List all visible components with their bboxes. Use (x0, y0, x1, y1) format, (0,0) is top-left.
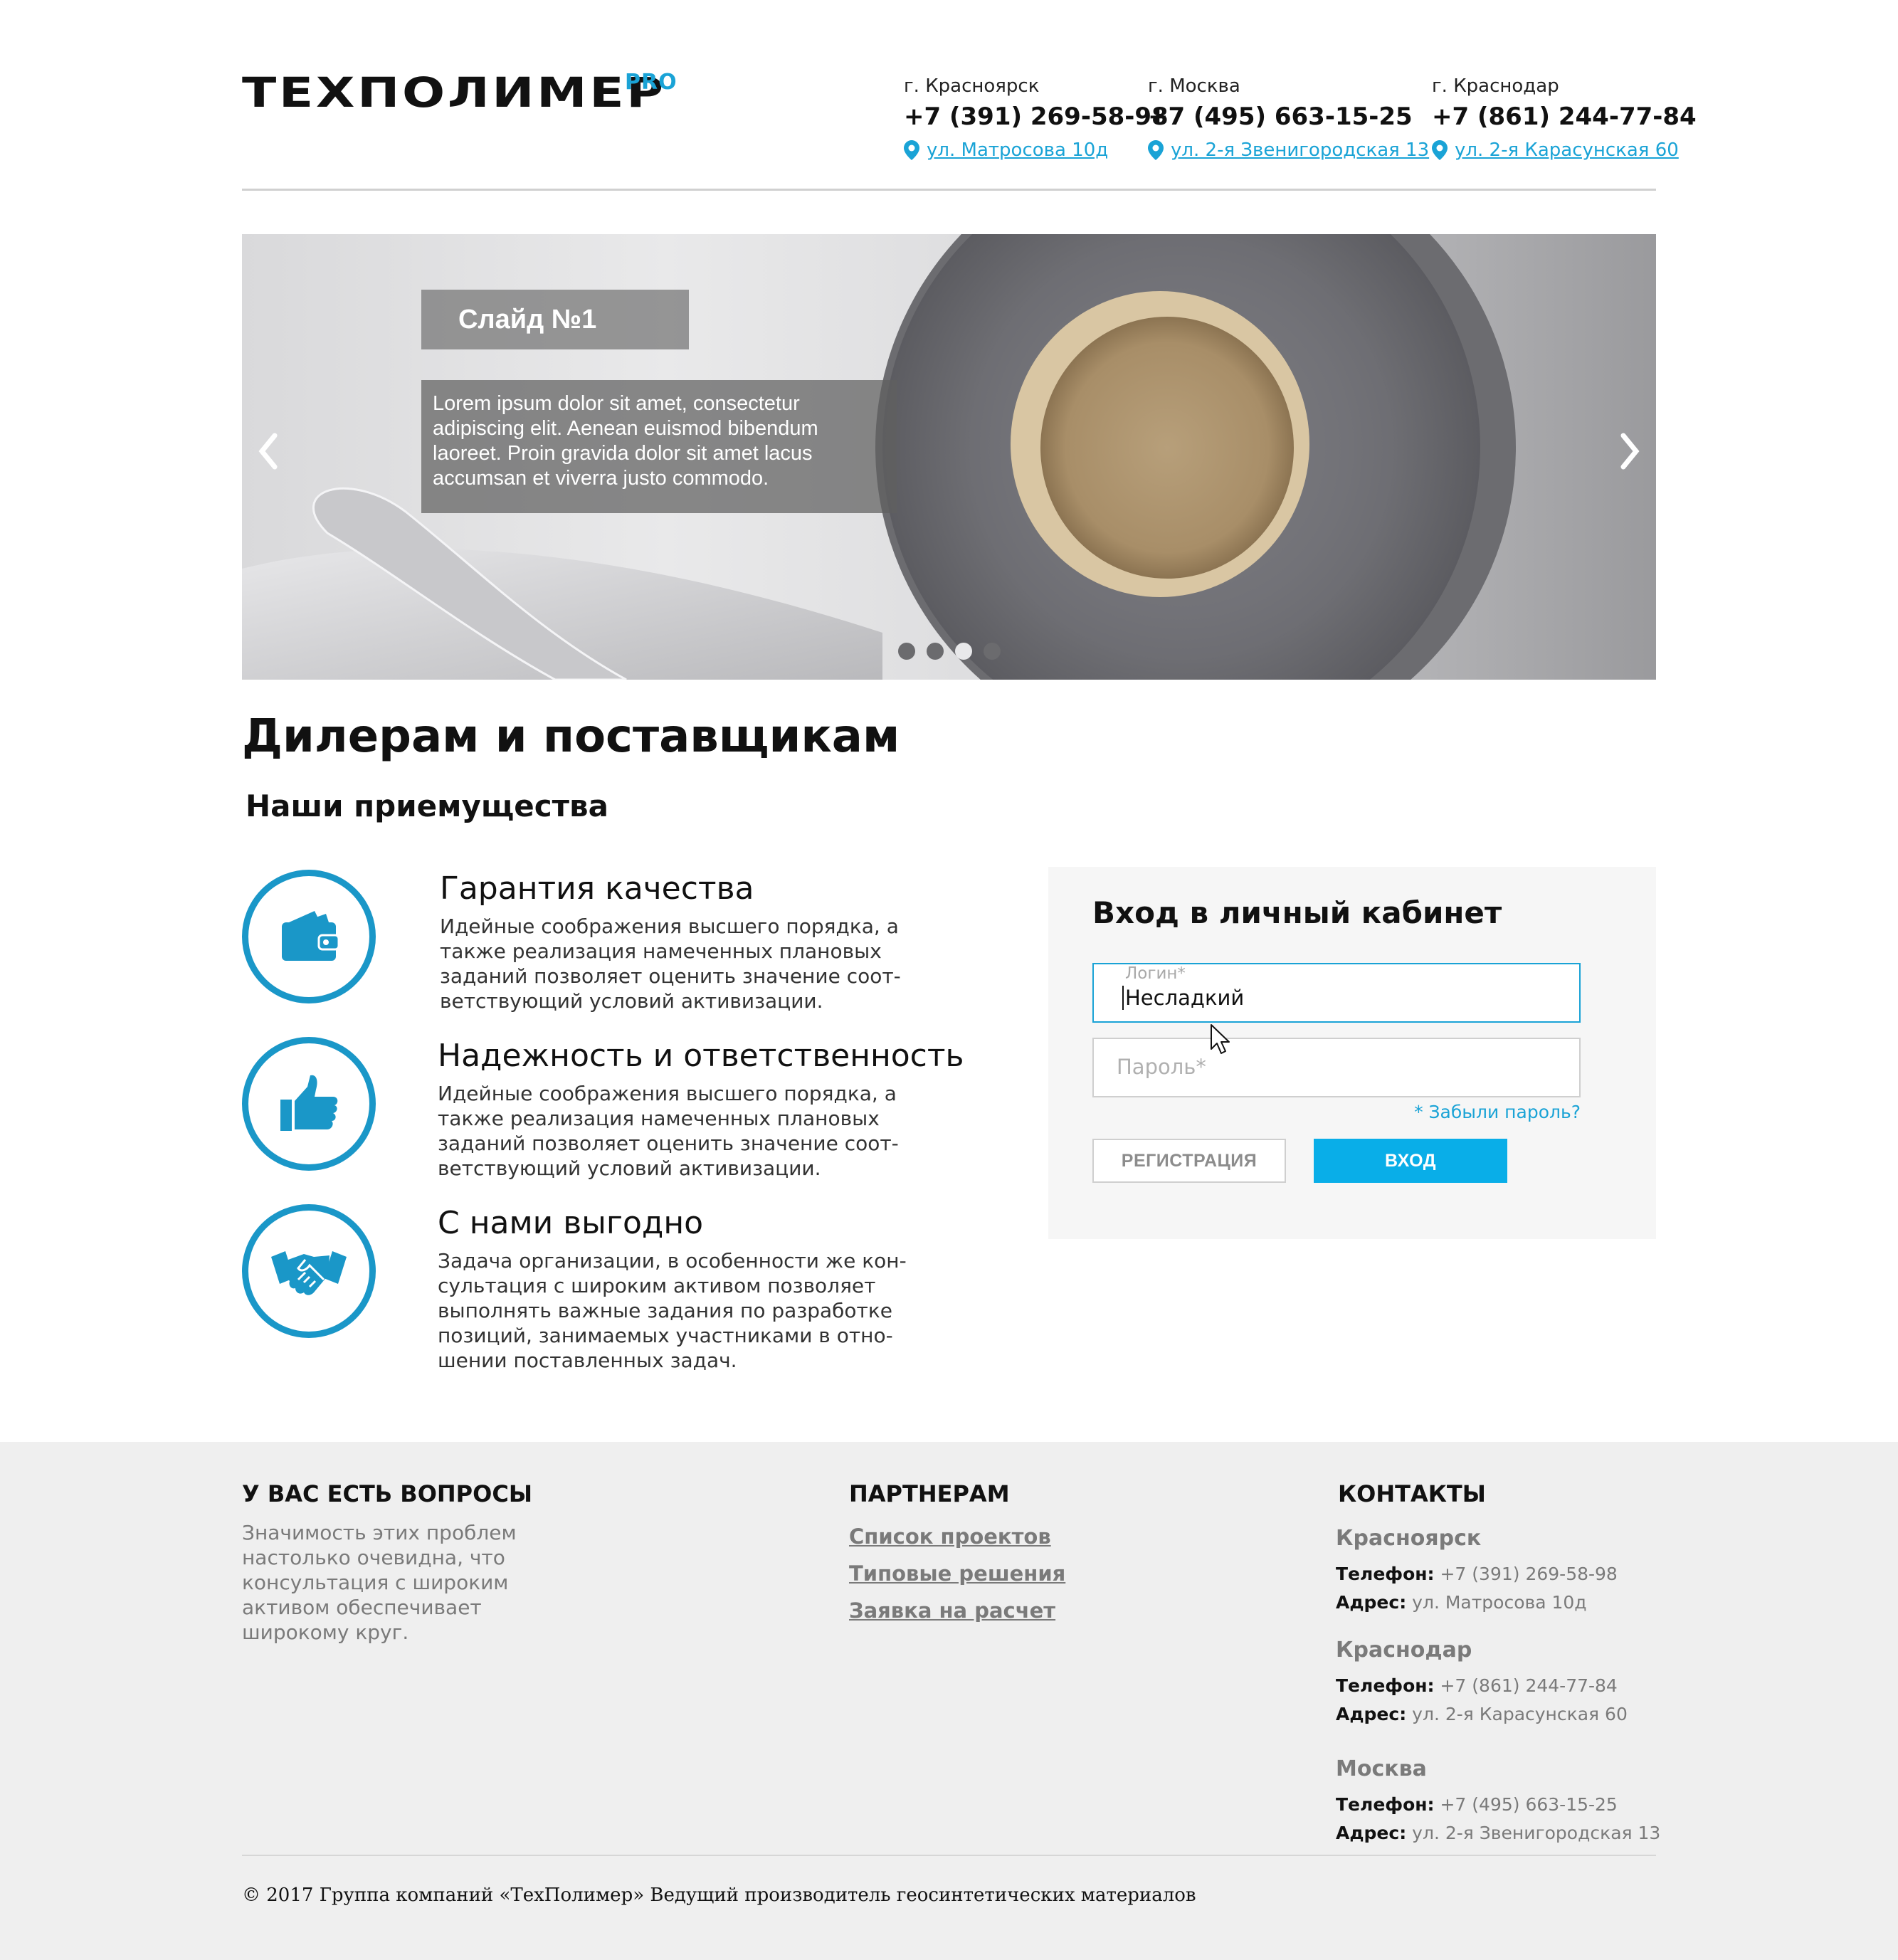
logo-pro-badge: PRO (625, 70, 678, 95)
office-krasnoyarsk: г. Красноярск +7 (391) 269-58-98 ул. Мат… (904, 74, 1169, 161)
page-title: Дилерам и поставщикам (242, 710, 900, 763)
login-field[interactable]: Логин* Несладкий (1092, 963, 1581, 1023)
office-address-link[interactable]: ул. Матросова 10д (927, 139, 1108, 161)
feature-text: Идейные соображения высшего порядка, а т… (438, 1082, 899, 1180)
feature-icon-circle (242, 1204, 376, 1338)
slider-dot[interactable] (927, 643, 944, 660)
login-button[interactable]: ВХОД (1314, 1139, 1507, 1183)
contact-city: Москва (1336, 1756, 1427, 1781)
contact-phone[interactable]: +7 (391) 269-58-98 (1440, 1564, 1617, 1584)
office-phone[interactable]: +7 (495) 663-15-25 (1148, 101, 1429, 132)
contact-phone[interactable]: +7 (495) 663-15-25 (1440, 1794, 1617, 1815)
contact-city: Краснодар (1336, 1638, 1472, 1663)
slider-dot[interactable] (898, 643, 915, 660)
feature-text: Задача организации, в особенности же кон… (438, 1249, 907, 1372)
slider-prev-button[interactable] (251, 426, 286, 476)
chevron-right-icon (1620, 433, 1640, 470)
feature-icon-circle (242, 1037, 376, 1171)
slider-next-button[interactable] (1612, 426, 1647, 476)
partner-link-request[interactable]: Заявка на расчет (849, 1598, 1055, 1623)
phone-label: Телефон: (1336, 1675, 1435, 1696)
handshake-icon (271, 1251, 347, 1295)
contact-address: ул. Матросова 10д (1412, 1592, 1587, 1613)
address-label: Адрес: (1336, 1704, 1407, 1724)
hero-slider: Слайд №1 Lorem ipsum dolor sit amet, con… (242, 234, 1656, 680)
site-footer: У ВАС ЕСТЬ ВОПРОСЫ Значимость этих пробл… (0, 1442, 1898, 1960)
slider-dot[interactable] (984, 643, 1001, 660)
slide-title: Слайд №1 (421, 290, 689, 349)
chevron-left-icon (258, 433, 278, 470)
footer-divider (242, 1855, 1656, 1856)
login-panel: Вход в личный кабинет Логин* Несладкий П… (1048, 867, 1656, 1239)
login-field-label: Логин* (1125, 964, 1186, 983)
contact-block-krasnodar: Краснодар Телефон: +7 (861) 244-77-84 Ад… (1336, 1638, 1628, 1725)
feature-title: Надежность и ответственность (438, 1038, 964, 1074)
partner-link-solutions[interactable]: Типовые решения (849, 1561, 1065, 1586)
contact-phone[interactable]: +7 (861) 244-77-84 (1440, 1675, 1617, 1696)
footer-contacts-title: КОНТАКТЫ (1338, 1480, 1486, 1507)
office-city: г. Краснодар (1432, 75, 1559, 97)
contact-address: ул. 2-я Звенигородская 13 (1412, 1823, 1661, 1843)
office-address-link[interactable]: ул. 2-я Карасунская 60 (1455, 139, 1679, 161)
feature-icon-circle (242, 870, 376, 1003)
contact-block-krasnoyarsk: Красноярск Телефон: +7 (391) 269-58-98 А… (1336, 1526, 1618, 1613)
footer-questions-text: Значимость этих проблем настолько очевид… (242, 1521, 517, 1644)
map-pin-icon (1432, 140, 1448, 160)
address-label: Адрес: (1336, 1823, 1407, 1843)
password-placeholder: Пароль* (1117, 1055, 1206, 1079)
feature-title: С нами выгодно (438, 1205, 704, 1241)
mouse-cursor-icon (1211, 1024, 1230, 1054)
section-subtitle: Наши приемущества (246, 789, 608, 823)
phone-label: Телефон: (1336, 1564, 1435, 1584)
thumbs-up-icon (280, 1075, 338, 1131)
address-label: Адрес: (1336, 1592, 1407, 1613)
login-field-value[interactable]: Несладкий (1122, 986, 1244, 1010)
office-city: г. Красноярск (904, 75, 1040, 97)
contact-block-moscow: Москва Телефон: +7 (495) 663-15-25 Адрес… (1336, 1756, 1660, 1844)
copyright-text: © 2017 Группа компаний «ТехПолимер» Веду… (242, 1885, 1196, 1906)
slider-dots (898, 643, 1001, 660)
office-address-link[interactable]: ул. 2-я Звенигородская 13 (1171, 139, 1429, 161)
footer-questions-title: У ВАС ЕСТЬ ВОПРОСЫ (242, 1480, 532, 1507)
map-pin-icon (1148, 140, 1164, 160)
feature-title: Гарантия качества (440, 870, 754, 907)
register-button[interactable]: РЕГИСТРАЦИЯ (1092, 1139, 1286, 1183)
office-krasnodar: г. Краснодар +7 (861) 244-77-84 ул. 2-я … (1432, 74, 1697, 161)
footer-partners-title: ПАРТНЕРАМ (849, 1480, 1010, 1507)
slider-dot[interactable] (955, 643, 972, 660)
slide-caption: Lorem ipsum dolor sit amet, consectetur … (421, 380, 897, 513)
office-city: г. Москва (1148, 75, 1240, 97)
feature-text: Идейные соображения высшего порядка, а т… (440, 915, 901, 1013)
office-phone[interactable]: +7 (391) 269-58-98 (904, 101, 1169, 132)
office-phone[interactable]: +7 (861) 244-77-84 (1432, 101, 1697, 132)
logo-wordmark: ТЕХПОЛИМЕР (242, 68, 666, 117)
wallet-icon (282, 911, 340, 961)
partner-link-projects[interactable]: Список проектов (849, 1524, 1051, 1549)
office-moscow: г. Москва +7 (495) 663-15-25 ул. 2-я Зве… (1148, 74, 1429, 161)
map-pin-icon (904, 140, 919, 160)
phone-label: Телефон: (1336, 1794, 1435, 1815)
login-title: Вход в личный кабинет (1092, 895, 1502, 930)
contact-address: ул. 2-я Карасунская 60 (1412, 1704, 1628, 1724)
site-logo[interactable]: ТЕХПОЛИМЕР PRO (242, 70, 677, 114)
forgot-password-link[interactable]: * Забыли пароль? (1414, 1102, 1581, 1122)
password-field[interactable]: Пароль* (1092, 1038, 1581, 1097)
site-header: ТЕХПОЛИМЕР PRO г. Красноярск +7 (391) 26… (242, 0, 1697, 191)
contact-city: Красноярск (1336, 1526, 1482, 1551)
